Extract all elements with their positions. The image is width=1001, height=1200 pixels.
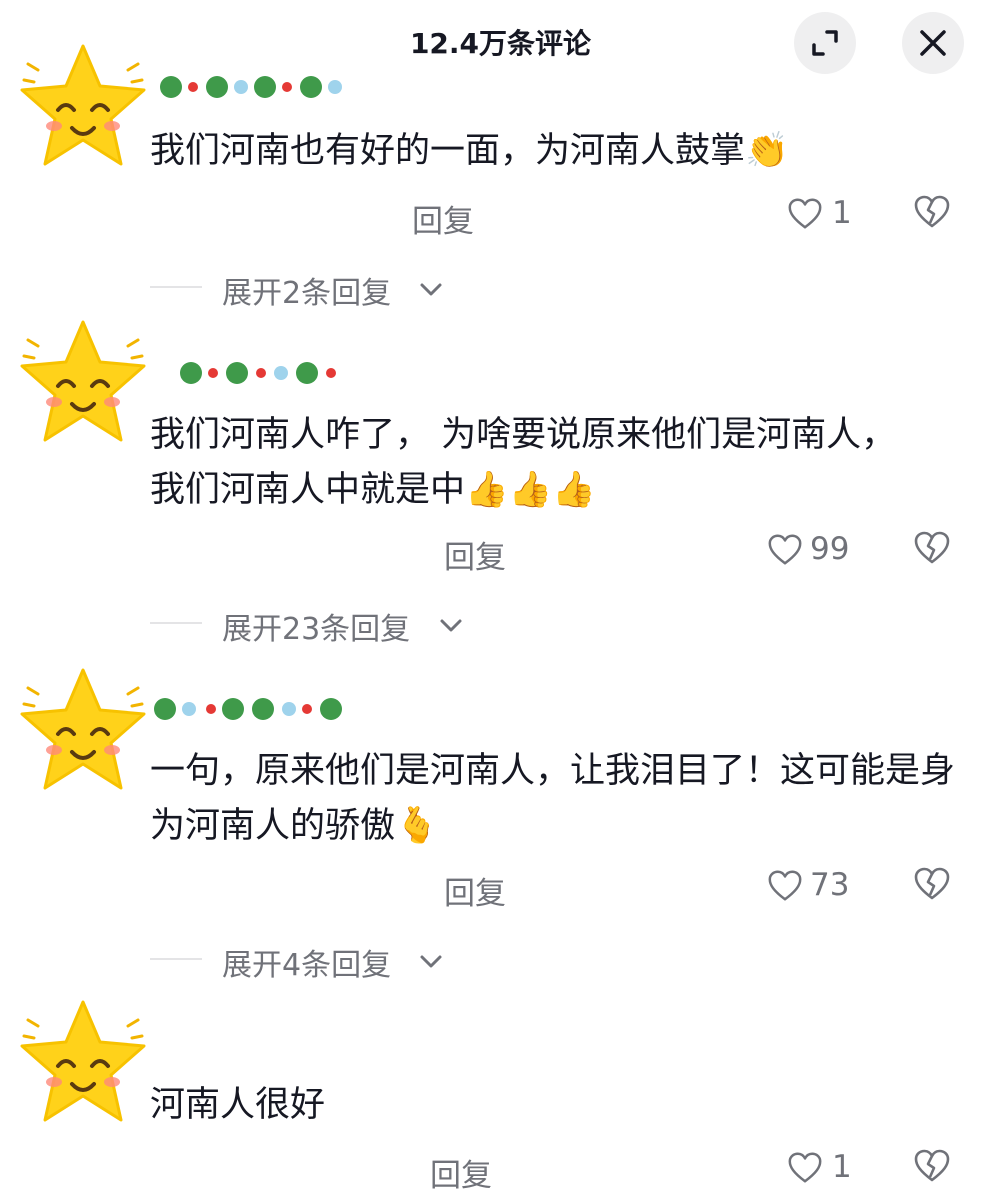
- broken-heart-icon: [914, 531, 950, 564]
- expand-replies-label: 展开4条回复: [222, 948, 392, 983]
- dislike-button[interactable]: [912, 528, 956, 572]
- like-count: 73: [810, 867, 850, 903]
- expand-replies-button[interactable]: 展开2条回复: [150, 268, 490, 311]
- heart-outline-icon: [768, 534, 802, 565]
- star-avatar[interactable]: [14, 664, 152, 802]
- comment-username[interactable]: [150, 356, 360, 390]
- chevron-down-icon: [420, 283, 442, 296]
- chevron-down-icon: [440, 619, 462, 632]
- dislike-button[interactable]: [912, 1146, 956, 1190]
- comment-text: 我们河南也有好的一面，为河南人鼓掌👏: [150, 131, 789, 171]
- divider-line: [150, 958, 202, 960]
- divider-line: [150, 286, 202, 288]
- broken-heart-icon: [914, 195, 950, 228]
- star-face-icon: [20, 320, 146, 442]
- star-face-icon: [20, 44, 146, 166]
- like-count: 99: [810, 531, 850, 567]
- comment-meta-row: 回复 1: [150, 1146, 970, 1194]
- like-count: 1: [832, 195, 852, 231]
- star-avatar[interactable]: [14, 996, 152, 1134]
- broken-heart-icon: [914, 1149, 950, 1182]
- expand-replies-button[interactable]: 展开23条回复: [150, 604, 490, 647]
- expand-replies-label: 展开23条回复: [222, 612, 411, 647]
- expand-replies-label: 展开2条回复: [222, 276, 392, 311]
- chevron-down-icon: [420, 955, 442, 968]
- like-button[interactable]: 73: [766, 864, 866, 908]
- dislike-button[interactable]: [912, 192, 956, 236]
- star-avatar[interactable]: [14, 316, 152, 454]
- close-button[interactable]: [902, 12, 964, 74]
- expand-button[interactable]: [794, 12, 856, 74]
- expand-icon: [812, 30, 838, 56]
- like-button[interactable]: 1: [786, 1146, 866, 1190]
- star-face-icon: [20, 1000, 146, 1122]
- comment-username[interactable]: [150, 1030, 210, 1064]
- comment-meta-row: 回复 1: [150, 192, 970, 240]
- comment-username[interactable]: [150, 692, 360, 726]
- comment-meta-row: 回复 73: [150, 864, 970, 912]
- reply-button[interactable]: 回复: [412, 196, 474, 241]
- expand-replies-button[interactable]: 展开4条回复: [150, 940, 490, 983]
- reply-button[interactable]: 回复: [444, 868, 506, 913]
- comment-text: 一句，原来他们是河南人，让我泪目了！这可能是身为河南人的骄傲🫰: [150, 751, 956, 846]
- like-button[interactable]: 99: [766, 528, 866, 572]
- heart-outline-icon: [788, 1152, 822, 1183]
- comment-meta-row: 回复 99: [150, 528, 970, 576]
- heart-outline-icon: [788, 198, 822, 229]
- reply-button[interactable]: 回复: [430, 1150, 492, 1195]
- comment-text: 我们河南人咋了， 为啥要说原来他们是河南人，我们河南人中就是中👍👍👍: [150, 415, 897, 510]
- star-face-icon: [20, 668, 146, 790]
- heart-outline-icon: [768, 870, 802, 901]
- broken-heart-icon: [914, 867, 950, 900]
- star-avatar[interactable]: [14, 40, 152, 178]
- comment-text: 河南人很好: [150, 1085, 326, 1125]
- dislike-button[interactable]: [912, 864, 956, 908]
- close-icon: [920, 30, 946, 56]
- comment-username[interactable]: [150, 70, 360, 104]
- like-count: 1: [832, 1149, 852, 1185]
- divider-line: [150, 622, 202, 624]
- reply-button[interactable]: 回复: [444, 532, 506, 577]
- like-button[interactable]: 1: [786, 192, 866, 236]
